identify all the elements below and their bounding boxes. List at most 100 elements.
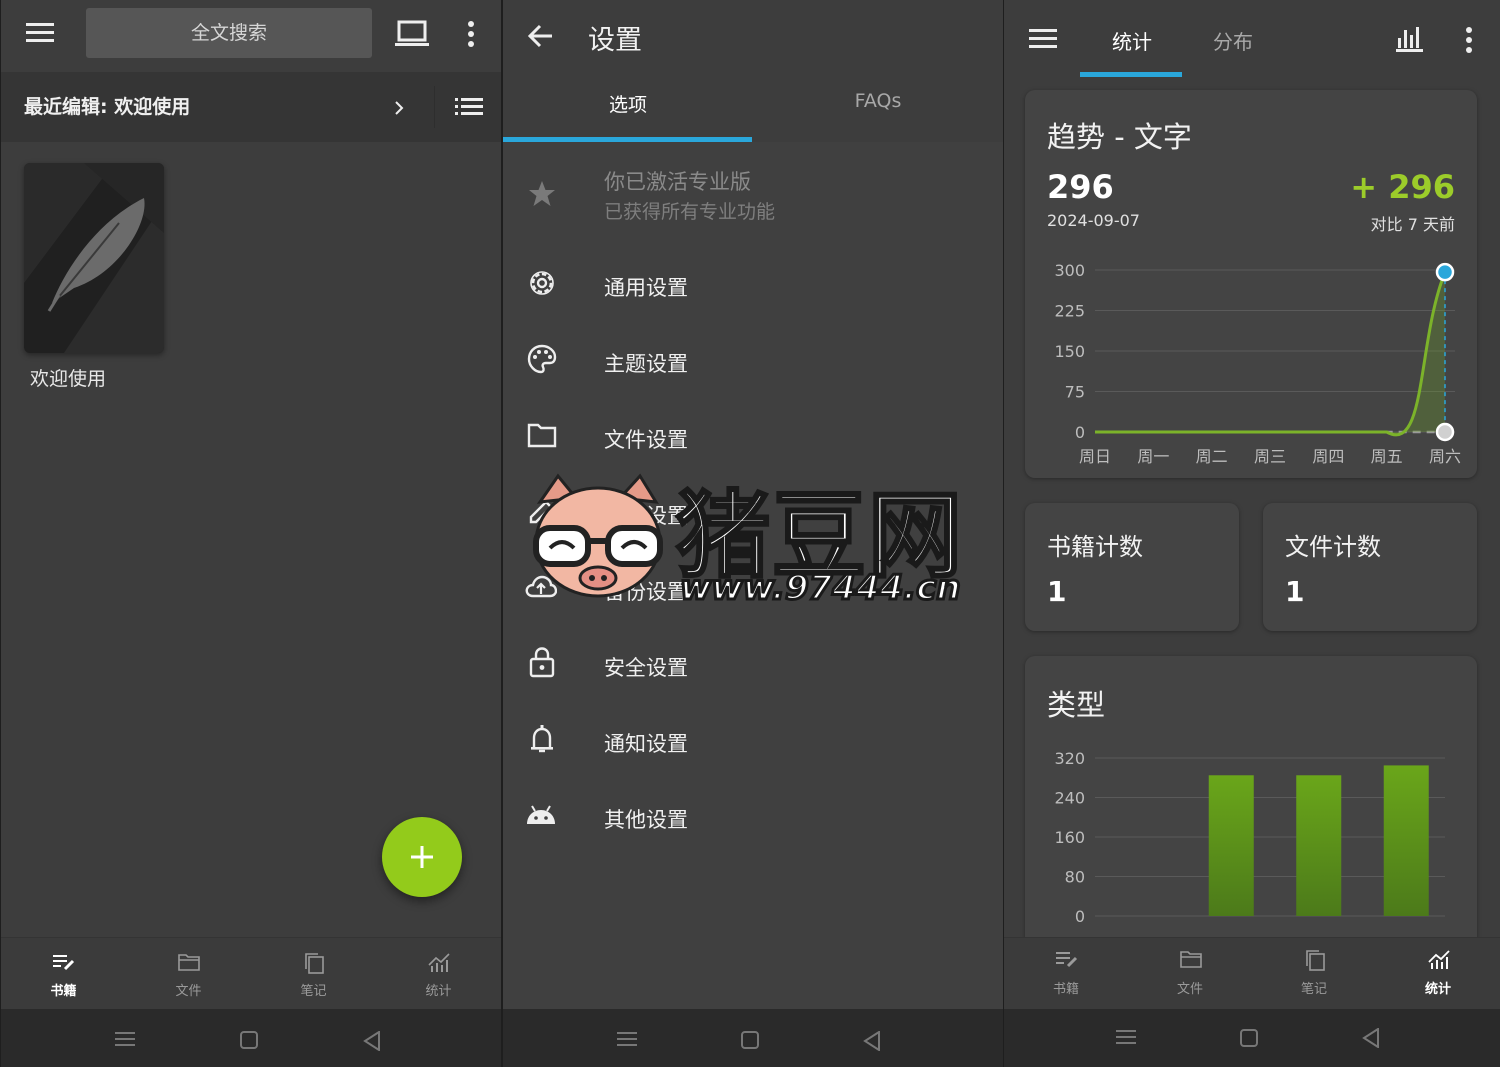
feather-icon — [24, 163, 164, 353]
books-top-bar: 全文搜索 — [1, 0, 501, 70]
y-tick-label: 160 — [1054, 828, 1085, 847]
book-title[interactable]: 欢迎使用 — [30, 364, 106, 391]
trend-card: 趋势 - 文字 296 2024-09-07 + 296 对比 7 天前 0 75… — [1025, 90, 1477, 478]
tab-distribution[interactable]: 分布 — [1213, 26, 1253, 55]
plus-icon — [411, 846, 433, 868]
system-nav-bar — [1004, 1009, 1500, 1067]
type-card: 类型 0 80 160 240 320 — [1025, 656, 1477, 956]
settings-item-label: 文件设置 — [604, 428, 688, 452]
recents-icon[interactable] — [1116, 1029, 1136, 1045]
settings-item-label: 主题设置 — [604, 352, 688, 376]
nav-files[interactable]: 文件 — [126, 938, 251, 1010]
lock-icon — [529, 647, 555, 678]
y-tick-label: 0 — [1075, 423, 1085, 442]
bar-chart-icon[interactable] — [1396, 26, 1424, 52]
more-vert-icon[interactable] — [467, 20, 475, 48]
nav-notes[interactable]: 笔记 — [251, 938, 376, 1010]
add-book-button[interactable] — [382, 817, 462, 897]
bottom-nav: 书籍 文件 笔记 统计 — [1004, 937, 1500, 1009]
x-tick-label: 周五 — [1371, 447, 1403, 466]
x-tick-label: 周三 — [1254, 447, 1286, 466]
pro-status-title: 你已激活专业版 — [604, 170, 751, 194]
list-icon[interactable] — [455, 98, 483, 116]
full-text-search-box[interactable]: 全文搜索 — [86, 8, 372, 58]
trend-title: 趋势 - 文字 — [1047, 120, 1192, 154]
menu-icon[interactable] — [26, 22, 54, 44]
nav-books[interactable]: 书籍 — [1, 938, 126, 1010]
series-line — [1095, 271, 1447, 437]
settings-item-other[interactable]: 其他设置 — [503, 782, 1003, 852]
y-tick-label: 240 — [1054, 789, 1085, 808]
file-count-card: 文件计数 1 — [1263, 503, 1477, 631]
book-cover[interactable] — [24, 163, 164, 353]
back-icon[interactable] — [863, 1031, 881, 1051]
system-nav-bar — [503, 1009, 1003, 1067]
arrow-back-icon[interactable] — [528, 24, 554, 48]
series-area — [1095, 272, 1445, 435]
nav-files-label: 文件 — [175, 984, 202, 999]
nav-books[interactable]: 书籍 — [1004, 938, 1128, 1010]
x-tick-label: 周日 — [1079, 447, 1111, 466]
y-tick-label: 80 — [1065, 868, 1085, 887]
file-count-label: 文件计数 — [1285, 533, 1381, 561]
more-vert-icon[interactable] — [1465, 26, 1473, 54]
nav-notes-label: 笔记 — [1300, 982, 1327, 997]
settings-item-theme[interactable]: 主题设置 — [503, 326, 1003, 396]
home-icon[interactable] — [1240, 1029, 1258, 1047]
tab-statistics[interactable]: 统计 — [1112, 26, 1152, 55]
menu-icon[interactable] — [1029, 28, 1057, 50]
android-icon — [527, 805, 555, 824]
book-count-value: 1 — [1047, 575, 1067, 608]
folder-icon — [527, 423, 557, 448]
statistics-panel: 统计 分布 趋势 - 文字 296 2024-09-07 + 296 对比 7 … — [1004, 0, 1500, 1067]
nav-stats[interactable]: 统计 — [376, 938, 501, 1010]
settings-item-label: 其他设置 — [604, 808, 688, 832]
palette-icon — [527, 344, 557, 374]
recents-icon[interactable] — [115, 1031, 135, 1047]
settings-item-security[interactable]: 安全设置 — [503, 630, 1003, 700]
trend-compare: 对比 7 天前 — [1370, 215, 1455, 234]
recent-edit-bar[interactable]: 最近编辑: 欢迎使用 — [1, 72, 501, 142]
x-tick-label: 周一 — [1137, 447, 1169, 466]
home-icon[interactable] — [741, 1031, 759, 1049]
settings-top-bar: 设置 选项 FAQs — [503, 0, 1003, 142]
file-count-value: 1 — [1285, 575, 1305, 608]
tab-options[interactable]: 选项 — [503, 90, 753, 117]
bar — [1383, 765, 1429, 916]
back-icon[interactable] — [1362, 1028, 1380, 1048]
x-tick-label: 周四 — [1312, 447, 1344, 466]
trend-date: 2024-09-07 — [1047, 211, 1140, 230]
settings-item-notification[interactable]: 通知设置 — [503, 706, 1003, 776]
watermark: 猪豆网 www.97444.cn — [528, 466, 973, 610]
pro-status-subtitle: 已获得所有专业功能 — [604, 201, 776, 223]
bar — [1296, 775, 1342, 916]
y-tick-label: 150 — [1054, 342, 1085, 361]
y-tick-label: 300 — [1054, 261, 1085, 280]
system-nav-bar — [1, 1009, 501, 1067]
notes-nav-icon — [305, 953, 324, 974]
stats-nav-icon — [1428, 950, 1450, 969]
recents-icon[interactable] — [617, 1031, 637, 1047]
divider — [434, 86, 435, 128]
nav-files[interactable]: 文件 — [1128, 938, 1252, 1010]
stats-nav-icon — [428, 953, 450, 972]
comparison-point — [1435, 422, 1455, 442]
home-icon[interactable] — [240, 1031, 258, 1049]
type-title: 类型 — [1047, 688, 1106, 722]
y-tick-label: 320 — [1054, 749, 1085, 768]
pig-mascot-icon — [533, 473, 663, 598]
nav-notes[interactable]: 笔记 — [1252, 938, 1376, 1010]
nav-files-label: 文件 — [1176, 982, 1203, 997]
x-tick-label: 周六 — [1429, 447, 1461, 466]
back-icon[interactable] — [363, 1031, 381, 1051]
nav-stats[interactable]: 统计 — [1376, 938, 1500, 1010]
type-bar-chart: 0 80 160 240 320 — [1054, 749, 1445, 926]
book-count-label: 书籍计数 — [1047, 533, 1143, 561]
tab-faqs[interactable]: FAQs — [753, 90, 1003, 112]
y-tick-label: 225 — [1054, 302, 1085, 321]
laptop-icon[interactable] — [395, 20, 429, 48]
bottom-nav: 书籍 文件 笔记 统计 — [1, 937, 501, 1009]
chevron-right-icon[interactable] — [394, 100, 404, 116]
nav-books-label: 书籍 — [50, 984, 77, 999]
settings-item-general[interactable]: 通用设置 — [503, 250, 1003, 320]
